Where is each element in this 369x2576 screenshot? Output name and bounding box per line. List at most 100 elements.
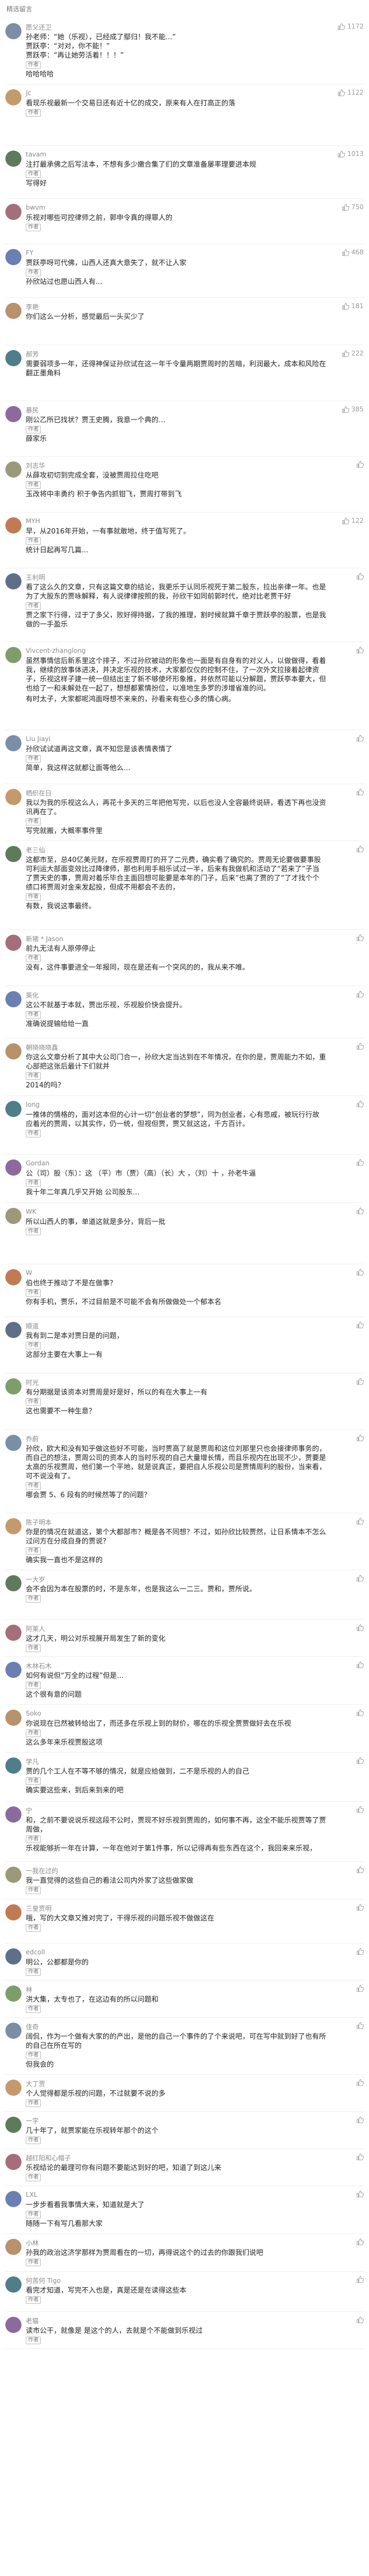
avatar[interactable]: [5, 1518, 21, 1534]
like-button[interactable]: 1013: [338, 150, 364, 158]
like-button[interactable]: [357, 2116, 364, 2123]
like-button[interactable]: [357, 1159, 364, 1166]
username[interactable]: 老猫: [26, 2316, 39, 2325]
username[interactable]: Liu Jiayi: [26, 735, 50, 743]
like-button[interactable]: 122: [342, 517, 364, 524]
like-button[interactable]: [357, 461, 364, 468]
username[interactable]: 栖织在日: [26, 788, 52, 798]
avatar[interactable]: [5, 2239, 21, 2255]
like-button[interactable]: [357, 1948, 364, 1955]
like-button[interactable]: [357, 1378, 364, 1385]
avatar[interactable]: [5, 303, 21, 319]
like-button[interactable]: [357, 991, 364, 998]
like-button[interactable]: [357, 1207, 364, 1214]
like-button[interactable]: [357, 1806, 364, 1813]
like-button[interactable]: [357, 1518, 364, 1525]
username[interactable]: 何苦何 Tigo: [26, 2276, 61, 2285]
username[interactable]: 郝芳: [26, 350, 39, 359]
username[interactable]: 王利明: [26, 573, 45, 582]
like-button[interactable]: [357, 1624, 364, 1631]
avatar[interactable]: [5, 1867, 21, 1883]
username[interactable]: 一字: [26, 2116, 39, 2125]
like-button[interactable]: [357, 1904, 364, 1911]
avatar[interactable]: [5, 2117, 21, 2133]
like-button[interactable]: [357, 845, 364, 852]
avatar[interactable]: [5, 2317, 21, 2333]
avatar[interactable]: [5, 1159, 21, 1176]
avatar[interactable]: [5, 1710, 21, 1726]
like-button[interactable]: [357, 1709, 364, 1716]
username[interactable]: Vivcent-zhanglong: [26, 647, 85, 654]
username[interactable]: 顺道: [26, 1321, 39, 1330]
like-button[interactable]: [357, 2022, 364, 2029]
avatar[interactable]: [5, 935, 21, 951]
avatar[interactable]: [5, 2276, 21, 2293]
username[interactable]: 朝晓晓晓鑫: [26, 1043, 58, 1052]
avatar[interactable]: [5, 2191, 21, 2207]
username[interactable]: 刘志华: [26, 461, 45, 470]
username[interactable]: 乔蔚: [26, 1434, 39, 1443]
username[interactable]: bwvm: [26, 204, 45, 211]
like-button[interactable]: [357, 1575, 364, 1582]
avatar[interactable]: [5, 991, 21, 1007]
avatar[interactable]: [5, 1378, 21, 1394]
avatar[interactable]: [5, 2080, 21, 2096]
username[interactable]: Soko: [26, 1710, 41, 1717]
like-button[interactable]: [357, 1866, 364, 1873]
avatar[interactable]: [5, 350, 21, 366]
like-button[interactable]: 750: [342, 203, 364, 211]
avatar[interactable]: [5, 1208, 21, 1224]
like-button[interactable]: [357, 934, 364, 941]
avatar[interactable]: [5, 735, 21, 751]
username[interactable]: 阿莱人: [26, 1624, 45, 1633]
username[interactable]: 三皇贾明: [26, 1904, 52, 1913]
username[interactable]: 林: [26, 1985, 32, 1994]
like-button[interactable]: [357, 1757, 364, 1764]
like-button[interactable]: [357, 1100, 364, 1107]
username[interactable]: Gordan: [26, 1159, 49, 1167]
like-button[interactable]: [357, 2190, 364, 2197]
username[interactable]: W: [26, 1269, 32, 1277]
avatar[interactable]: [5, 249, 21, 265]
username[interactable]: LXL: [26, 2191, 38, 2198]
like-button[interactable]: [357, 646, 364, 653]
avatar[interactable]: [5, 23, 21, 39]
avatar[interactable]: [5, 573, 21, 589]
username[interactable]: 英化: [26, 991, 39, 1000]
like-button[interactable]: [357, 1985, 364, 1992]
avatar[interactable]: [5, 1322, 21, 1338]
like-button[interactable]: [357, 2276, 364, 2283]
username[interactable]: Jc: [26, 89, 31, 97]
username[interactable]: 李艳: [26, 302, 39, 311]
avatar[interactable]: [5, 1948, 21, 1965]
username[interactable]: 木林石木: [26, 1661, 52, 1670]
avatar[interactable]: [5, 1904, 21, 1920]
like-button[interactable]: [357, 573, 364, 580]
avatar[interactable]: [5, 846, 21, 862]
username[interactable]: WK: [26, 1208, 37, 1215]
username[interactable]: 暴民: [26, 405, 39, 415]
avatar[interactable]: [5, 2154, 21, 2170]
like-button[interactable]: 222: [342, 350, 364, 357]
username[interactable]: 愿父还卫: [26, 23, 52, 32]
username[interactable]: tavam: [26, 151, 46, 158]
avatar[interactable]: [5, 647, 21, 663]
avatar[interactable]: [5, 1986, 21, 2002]
like-button[interactable]: [357, 2079, 364, 2086]
avatar[interactable]: [5, 1757, 21, 1774]
like-button[interactable]: 1122: [338, 89, 364, 96]
username[interactable]: 越红阳和心帽子: [26, 2153, 71, 2162]
like-button[interactable]: [357, 735, 364, 742]
avatar[interactable]: [5, 1625, 21, 1641]
username[interactable]: long: [26, 1101, 40, 1108]
like-button[interactable]: 468: [342, 248, 364, 256]
avatar[interactable]: [5, 1269, 21, 1285]
like-button[interactable]: 385: [342, 405, 364, 413]
username[interactable]: MYH: [26, 517, 40, 525]
avatar[interactable]: [5, 151, 21, 167]
username[interactable]: 大丁贾: [26, 2079, 45, 2088]
like-button[interactable]: 181: [342, 302, 364, 310]
like-button[interactable]: [357, 1434, 364, 1441]
like-button[interactable]: [357, 1321, 364, 1328]
avatar[interactable]: [5, 1043, 21, 1059]
